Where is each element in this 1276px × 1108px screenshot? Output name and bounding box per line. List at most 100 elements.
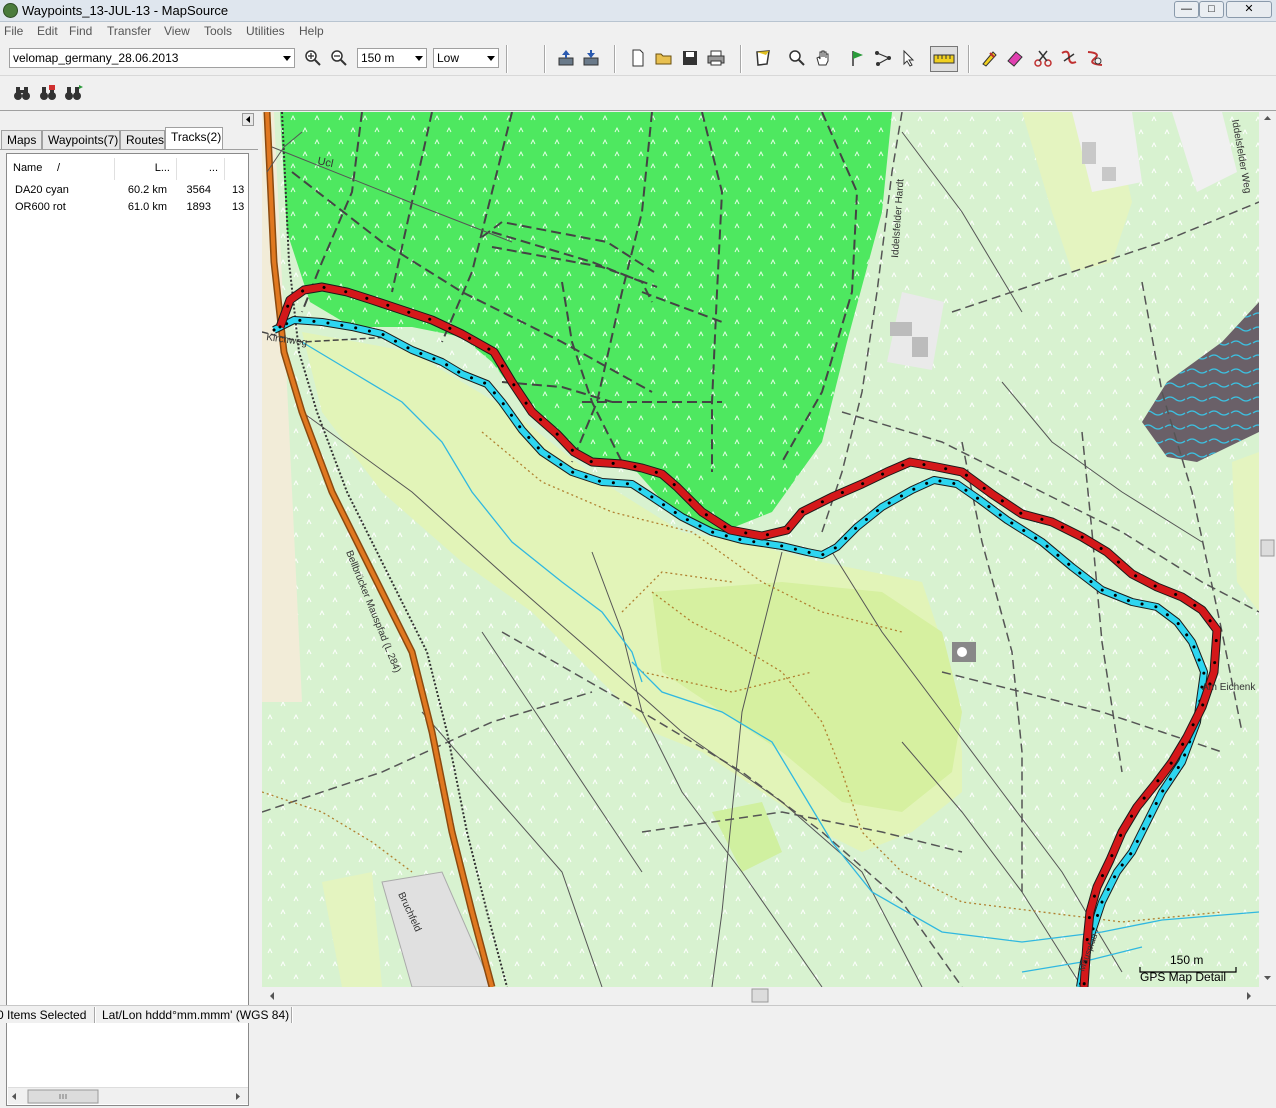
scrollbar-track	[1260, 116, 1275, 980]
zoom-tool-button[interactable]	[786, 47, 808, 69]
pencil-tool-button[interactable]	[978, 47, 1000, 69]
map-horizontal-scrollbar[interactable]	[262, 987, 1259, 1005]
receive-from-device-icon	[583, 50, 599, 66]
map-label-eichen: Am Eichenk	[1202, 682, 1256, 693]
close-button[interactable]: ✕	[1226, 1, 1272, 18]
status-selection: 0 Items Selected	[0, 1008, 87, 1022]
tab-maps[interactable]: Maps	[1, 130, 42, 150]
magnifier-icon	[789, 50, 805, 66]
find-button[interactable]	[11, 82, 33, 104]
column-header-points[interactable]: ...	[177, 158, 225, 180]
folder-open-icon	[655, 53, 672, 65]
tab-tracks[interactable]: Tracks(2)	[165, 127, 223, 150]
tab-divider	[0, 149, 258, 150]
tab-waypoints[interactable]: Waypoints(7)	[42, 130, 120, 150]
column-header-name[interactable]: Name /	[7, 158, 115, 180]
map-product-value: velomap_germany_28.06.2013	[13, 51, 179, 65]
menu-edit[interactable]: Edit	[37, 24, 58, 38]
toolbar-separator	[968, 45, 970, 73]
app-icon	[3, 3, 18, 18]
menu-view[interactable]: View	[164, 24, 190, 38]
map-detail-label: GPS Map Detail	[1140, 970, 1226, 984]
ruler-icon	[933, 54, 955, 64]
hand-icon	[816, 50, 829, 66]
print-button[interactable]	[705, 47, 727, 69]
eraser-tool-button[interactable]	[1004, 47, 1026, 69]
collapse-panel-button[interactable]	[242, 113, 254, 126]
open-file-button[interactable]	[653, 47, 675, 69]
menu-help[interactable]: Help	[299, 24, 324, 38]
eraser-icon	[1007, 51, 1023, 67]
detail-level-value: Low	[437, 51, 460, 65]
chevron-down-icon	[415, 56, 423, 61]
map-select-icon	[756, 50, 770, 66]
scale-bar-label: 150 m	[1170, 953, 1203, 967]
tracks-list: Name / L... ... DA20 cyan 60.2 km 3564 1…	[6, 153, 249, 1106]
maximize-button[interactable]: □	[1199, 1, 1224, 18]
building	[912, 337, 928, 357]
status-separator	[291, 1007, 293, 1023]
map-view[interactable]: Ucl Iddelsfelder Hardt Kirchweg Bellbrüc…	[262, 112, 1276, 1005]
list-horizontal-scrollbar[interactable]	[8, 1087, 248, 1104]
track-name: OR600 rot	[15, 201, 66, 213]
binoculars-address-icon	[40, 85, 56, 100]
new-file-icon	[632, 49, 644, 67]
route-tool-button[interactable]	[872, 47, 894, 69]
save-icon	[683, 51, 697, 65]
toolbar-separator	[544, 45, 546, 73]
zoom-out-button[interactable]	[328, 47, 350, 69]
menu-utilities[interactable]: Utilities	[246, 24, 285, 38]
building	[1102, 167, 1116, 181]
menu-file[interactable]: File	[4, 24, 23, 38]
join-track-button[interactable]	[1058, 47, 1080, 69]
minimize-button[interactable]: —	[1174, 1, 1199, 18]
toolbar-separator	[740, 45, 742, 73]
find-nearby-button[interactable]	[63, 82, 85, 104]
select-map-tool-button[interactable]	[752, 47, 774, 69]
send-to-device-icon	[558, 50, 574, 66]
track-name: DA20 cyan	[15, 184, 69, 196]
map-vertical-scrollbar[interactable]	[1259, 112, 1276, 987]
map-canvas[interactable]: Ucl Iddelsfelder Hardt Kirchweg Bellbrüc…	[262, 112, 1259, 987]
waypoint-tool-button[interactable]	[846, 47, 868, 69]
detail-level-select[interactable]: Low	[433, 48, 499, 68]
flag-icon	[852, 51, 863, 66]
menu-find[interactable]: Find	[69, 24, 92, 38]
zoom-out-icon	[331, 50, 347, 66]
distance-tool-button[interactable]	[930, 46, 958, 72]
selection-tool-button[interactable]	[898, 47, 920, 69]
zoom-level-value: 150 m	[361, 51, 395, 65]
column-header-length[interactable]: L...	[115, 158, 177, 180]
insert-track-button[interactable]	[1084, 47, 1106, 69]
join-icon	[1061, 50, 1077, 64]
divide-track-button[interactable]	[1032, 47, 1054, 69]
track-length: 61.0 km	[127, 201, 167, 213]
scissors-icon	[1034, 50, 1052, 67]
building	[1082, 142, 1096, 164]
binoculars-icon	[14, 87, 30, 100]
find-toolbar	[0, 77, 1276, 111]
new-file-button[interactable]	[627, 47, 649, 69]
zoom-in-icon	[305, 50, 321, 66]
toolbar-separator	[506, 45, 508, 73]
status-separator	[94, 1007, 96, 1023]
sort-indicator: /	[57, 162, 61, 174]
title-bar: Waypoints_13-JUL-13 - MapSource — □ ✕	[0, 0, 1276, 22]
send-to-device-button[interactable]	[555, 47, 577, 69]
hand-tool-button[interactable]	[812, 47, 834, 69]
receive-from-device-button[interactable]	[580, 47, 602, 69]
column-name-label: Name	[13, 162, 43, 174]
status-coord-format: Lat/Lon hddd°mm.mmm' (WGS 84)	[102, 1008, 290, 1022]
window-title: Waypoints_13-JUL-13 - MapSource	[22, 3, 229, 18]
tab-routes[interactable]: Routes	[120, 130, 165, 150]
menu-transfer[interactable]: Transfer	[107, 24, 151, 38]
map-product-select[interactable]: velomap_germany_28.06.2013	[9, 48, 295, 68]
menu-tools[interactable]: Tools	[204, 24, 232, 38]
track-points: 1893	[186, 201, 211, 213]
scrollbar-track	[12, 1089, 240, 1104]
find-address-button[interactable]	[37, 82, 59, 104]
save-button[interactable]	[679, 47, 701, 69]
route-icon	[875, 51, 891, 66]
zoom-in-button[interactable]	[302, 47, 324, 69]
zoom-level-select[interactable]: 150 m	[357, 48, 427, 68]
